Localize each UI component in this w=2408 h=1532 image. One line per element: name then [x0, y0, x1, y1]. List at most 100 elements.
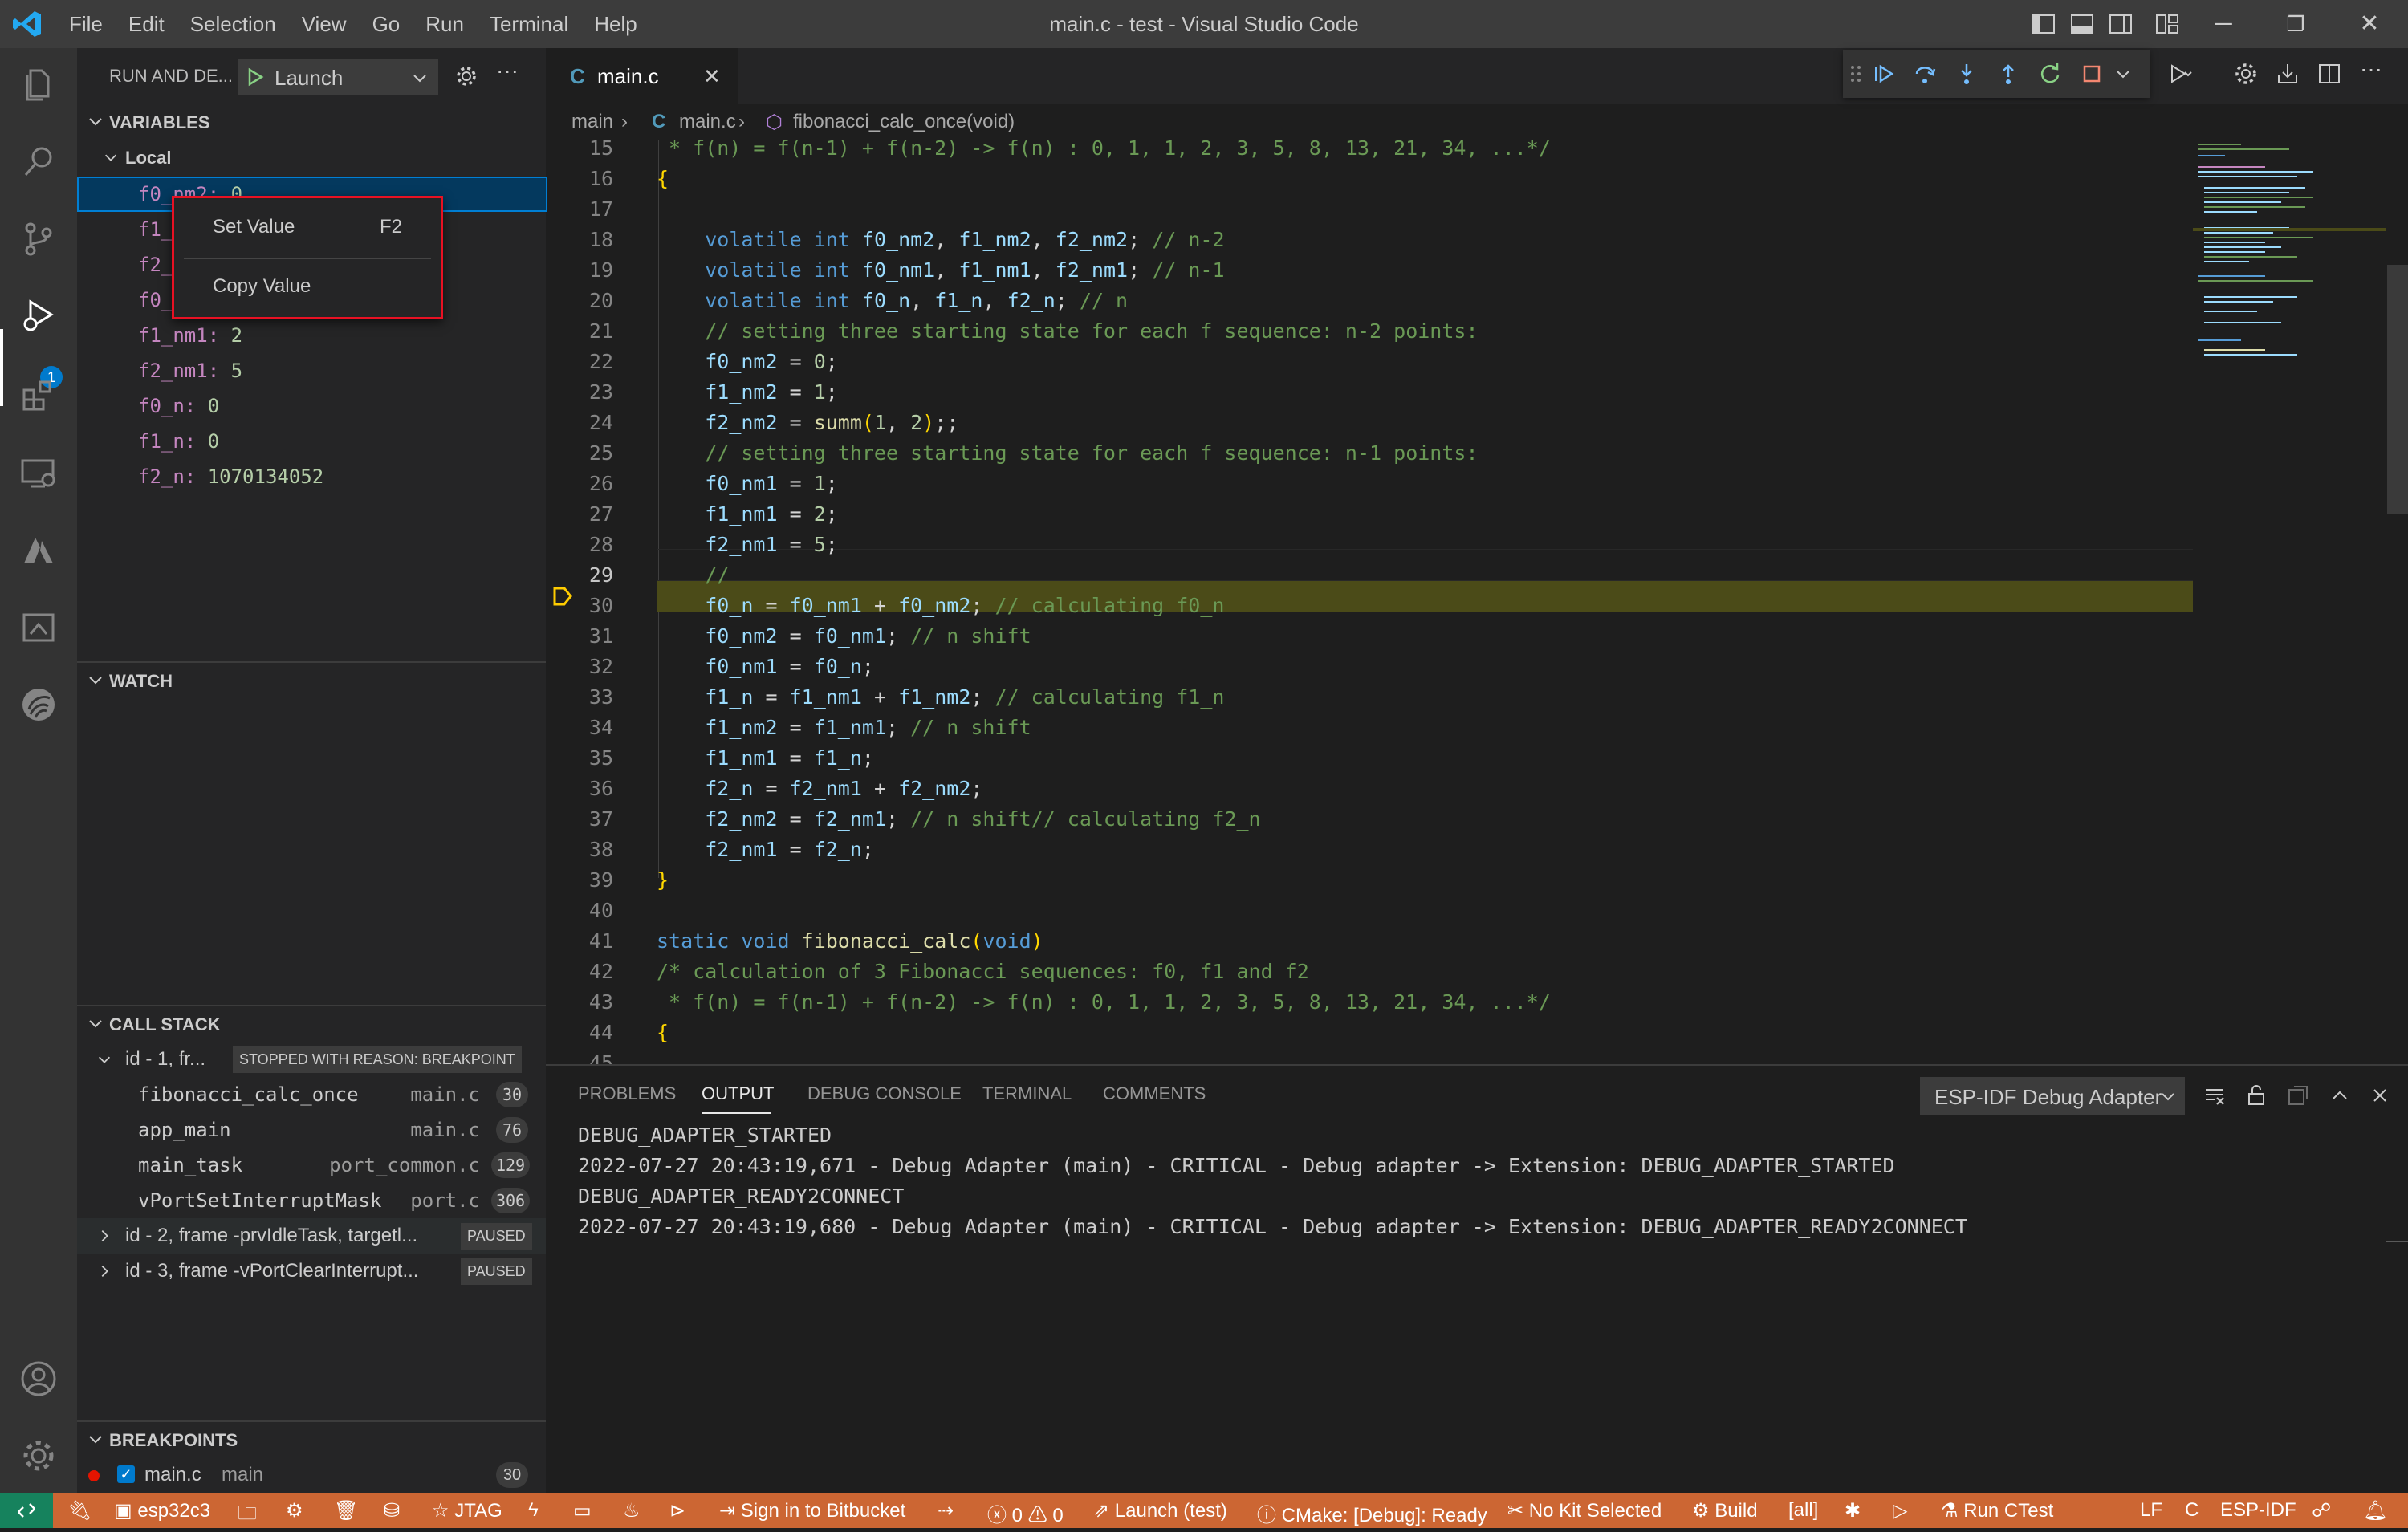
debug-bug-icon[interactable]: ✱	[1845, 1499, 1861, 1522]
step-out-icon[interactable]	[1995, 61, 2021, 87]
breadcrumb-folder[interactable]: main	[571, 111, 613, 133]
menu-file[interactable]: File	[69, 12, 103, 37]
run-debug-icon[interactable]	[19, 297, 58, 335]
trash-icon[interactable]: 🗑︎	[334, 1499, 358, 1522]
remote-explorer-icon[interactable]	[19, 454, 58, 493]
launch-config-select[interactable]: Launch	[238, 59, 438, 95]
step-into-icon[interactable]	[1954, 61, 1979, 87]
toggle-panel-icon[interactable]	[2069, 11, 2095, 37]
breakpoint-checkbox[interactable]: ✓	[117, 1465, 135, 1483]
maximize-panel-icon[interactable]	[2328, 1083, 2352, 1107]
tab-comments[interactable]: COMMENTS	[1103, 1083, 1206, 1104]
split-editor-icon[interactable]	[2316, 61, 2342, 87]
extensions-icon[interactable]	[19, 377, 58, 416]
thread-row[interactable]: id - 2, frame -prvIdleTask, targetl... P…	[77, 1218, 546, 1254]
menu-run[interactable]: Run	[425, 12, 464, 37]
remote-indicator[interactable]	[0, 1493, 53, 1528]
tab-problems[interactable]: PROBLEMS	[578, 1083, 676, 1104]
scope-local[interactable]: Local	[77, 140, 546, 175]
more-actions-icon[interactable]: ···	[496, 58, 519, 83]
settings-gear-icon[interactable]	[19, 1437, 58, 1475]
language-mode-item[interactable]: C	[2185, 1499, 2199, 1522]
close-window-icon[interactable]: ✕	[2353, 8, 2386, 40]
problems-item[interactable]: ⓧ 0 ⚠ 0	[987, 1499, 1064, 1527]
tab-output[interactable]: OUTPUT	[702, 1083, 774, 1104]
account-icon[interactable]	[19, 1359, 58, 1398]
bitbucket-item[interactable]: ⇥ Sign in to Bitbucket	[719, 1499, 905, 1522]
thread-row[interactable]: id - 1, fr... STOPPED WITH REASON: BREAK…	[77, 1042, 546, 1077]
kit-item[interactable]: ✂ No Kit Selected	[1507, 1499, 1662, 1522]
lock-scroll-icon[interactable]	[2244, 1083, 2268, 1107]
breakpoint-row[interactable]: ✓ main.c main 30	[77, 1457, 546, 1493]
chevron-down-icon[interactable]	[2114, 61, 2132, 87]
code-editor[interactable]: 15 * f(n) = f(n-1) + f(n-2) -> f(n) : 0,…	[546, 140, 2193, 1064]
variables-section-header[interactable]: VARIABLES	[77, 104, 546, 140]
azure-icon[interactable]	[19, 531, 58, 570]
esp-idf-item[interactable]: ESP-IDF	[2220, 1499, 2296, 1522]
start-debugging-icon[interactable]	[246, 67, 265, 87]
tab-debug-console[interactable]: DEBUG CONSOLE	[807, 1083, 962, 1104]
build-target-all[interactable]: [all]	[1788, 1499, 1818, 1522]
stack-frame-row[interactable]: main_task port_common.c 129	[77, 1148, 546, 1183]
feedback-icon[interactable]: ☍	[2312, 1499, 2331, 1522]
menu-go[interactable]: Go	[372, 12, 401, 37]
eol-item[interactable]: LF	[2140, 1499, 2162, 1522]
launch-status-item[interactable]: ⇗ Launch (test)	[1093, 1499, 1227, 1522]
folder-icon[interactable]: 🗀	[238, 1499, 257, 1532]
variable-row[interactable]: f1_nm1: 2	[77, 318, 546, 353]
open-launch-json-gear-icon[interactable]	[454, 64, 478, 88]
search-icon[interactable]	[19, 143, 58, 181]
continue-icon[interactable]	[1870, 61, 1896, 87]
set-value-menu-item[interactable]: Set Value F2	[174, 205, 441, 250]
monitor-icon[interactable]: ▭	[573, 1499, 592, 1522]
menu-edit[interactable]: Edit	[128, 12, 165, 37]
tab-terminal[interactable]: TERMINAL	[982, 1083, 1072, 1104]
toggle-primary-sidebar-icon[interactable]	[2031, 11, 2056, 37]
terminal-icon[interactable]: ⊳	[669, 1499, 685, 1522]
thread-row[interactable]: id - 3, frame -vPortClearInterrupt... PA…	[77, 1254, 546, 1289]
source-control-icon[interactable]	[19, 220, 58, 258]
watch-section-header[interactable]: WATCH	[77, 663, 546, 698]
tab-main-c[interactable]: C main.c ✕	[546, 48, 738, 104]
settings-gear-icon[interactable]: ⚙	[286, 1499, 303, 1522]
scrollbar-thumb[interactable]	[2387, 265, 2408, 514]
notifications-bell-icon[interactable]: 🔔︎	[2363, 1499, 2387, 1522]
toggle-secondary-sidebar-icon[interactable]	[2108, 11, 2133, 37]
stack-frame-row[interactable]: app_main main.c 76	[77, 1112, 546, 1148]
stack-frame-row[interactable]: vPortSetInterruptMask port.c 306	[77, 1183, 546, 1218]
close-panel-icon[interactable]	[2368, 1083, 2392, 1107]
restart-icon[interactable]	[2037, 61, 2063, 87]
customize-layout-icon[interactable]	[2154, 11, 2180, 37]
settings-gear-icon[interactable]	[2233, 61, 2259, 87]
stop-icon[interactable]	[2079, 61, 2105, 87]
database-icon[interactable]: ⛁	[384, 1499, 400, 1522]
breakpoints-section-header[interactable]: BREAKPOINTS	[77, 1422, 546, 1457]
step-over-icon[interactable]	[1912, 61, 1938, 87]
breadcrumb-symbol[interactable]: fibonacci_calc_once(void)	[793, 111, 1015, 133]
call-stack-section-header[interactable]: CALL STACK	[77, 1006, 546, 1042]
explorer-icon[interactable]	[19, 66, 58, 104]
open-in-editor-icon[interactable]	[2286, 1083, 2310, 1107]
flash-icon[interactable]: ϟ	[528, 1499, 539, 1522]
minimap[interactable]	[2193, 140, 2386, 1064]
clear-output-icon[interactable]	[2203, 1083, 2227, 1107]
menu-terminal[interactable]: Terminal	[490, 12, 568, 37]
espressif-icon[interactable]	[19, 685, 58, 724]
build-item[interactable]: ⚙ Build	[1692, 1499, 1758, 1522]
copy-value-menu-item[interactable]: Copy Value	[174, 264, 441, 309]
close-tab-icon[interactable]: ✕	[703, 64, 721, 89]
download-icon[interactable]	[2275, 61, 2300, 87]
cmake-status-item[interactable]: ⓘ CMake: [Debug]: Ready	[1257, 1499, 1487, 1527]
ctest-item[interactable]: ⚗ Run CTest	[1941, 1499, 2053, 1522]
menu-help[interactable]: Help	[594, 12, 637, 37]
output-channel-select[interactable]: ESP-IDF Debug Adapter	[1920, 1077, 2185, 1115]
variable-row[interactable]: f1_n: 0	[77, 424, 546, 459]
fire-icon[interactable]: ♨	[623, 1499, 641, 1522]
esp-target-item[interactable]: ▣ esp32c3	[114, 1499, 210, 1522]
more-actions-icon[interactable]: ···	[2360, 56, 2382, 82]
jtag-item[interactable]: ☆ JTAG	[432, 1499, 502, 1522]
variable-row[interactable]: f2_nm1: 5	[77, 353, 546, 388]
run-debug-dropdown-icon[interactable]	[2167, 61, 2193, 87]
espressif-explorer-icon[interactable]	[19, 608, 58, 647]
sign-in-icon[interactable]: ⇢	[938, 1499, 954, 1522]
